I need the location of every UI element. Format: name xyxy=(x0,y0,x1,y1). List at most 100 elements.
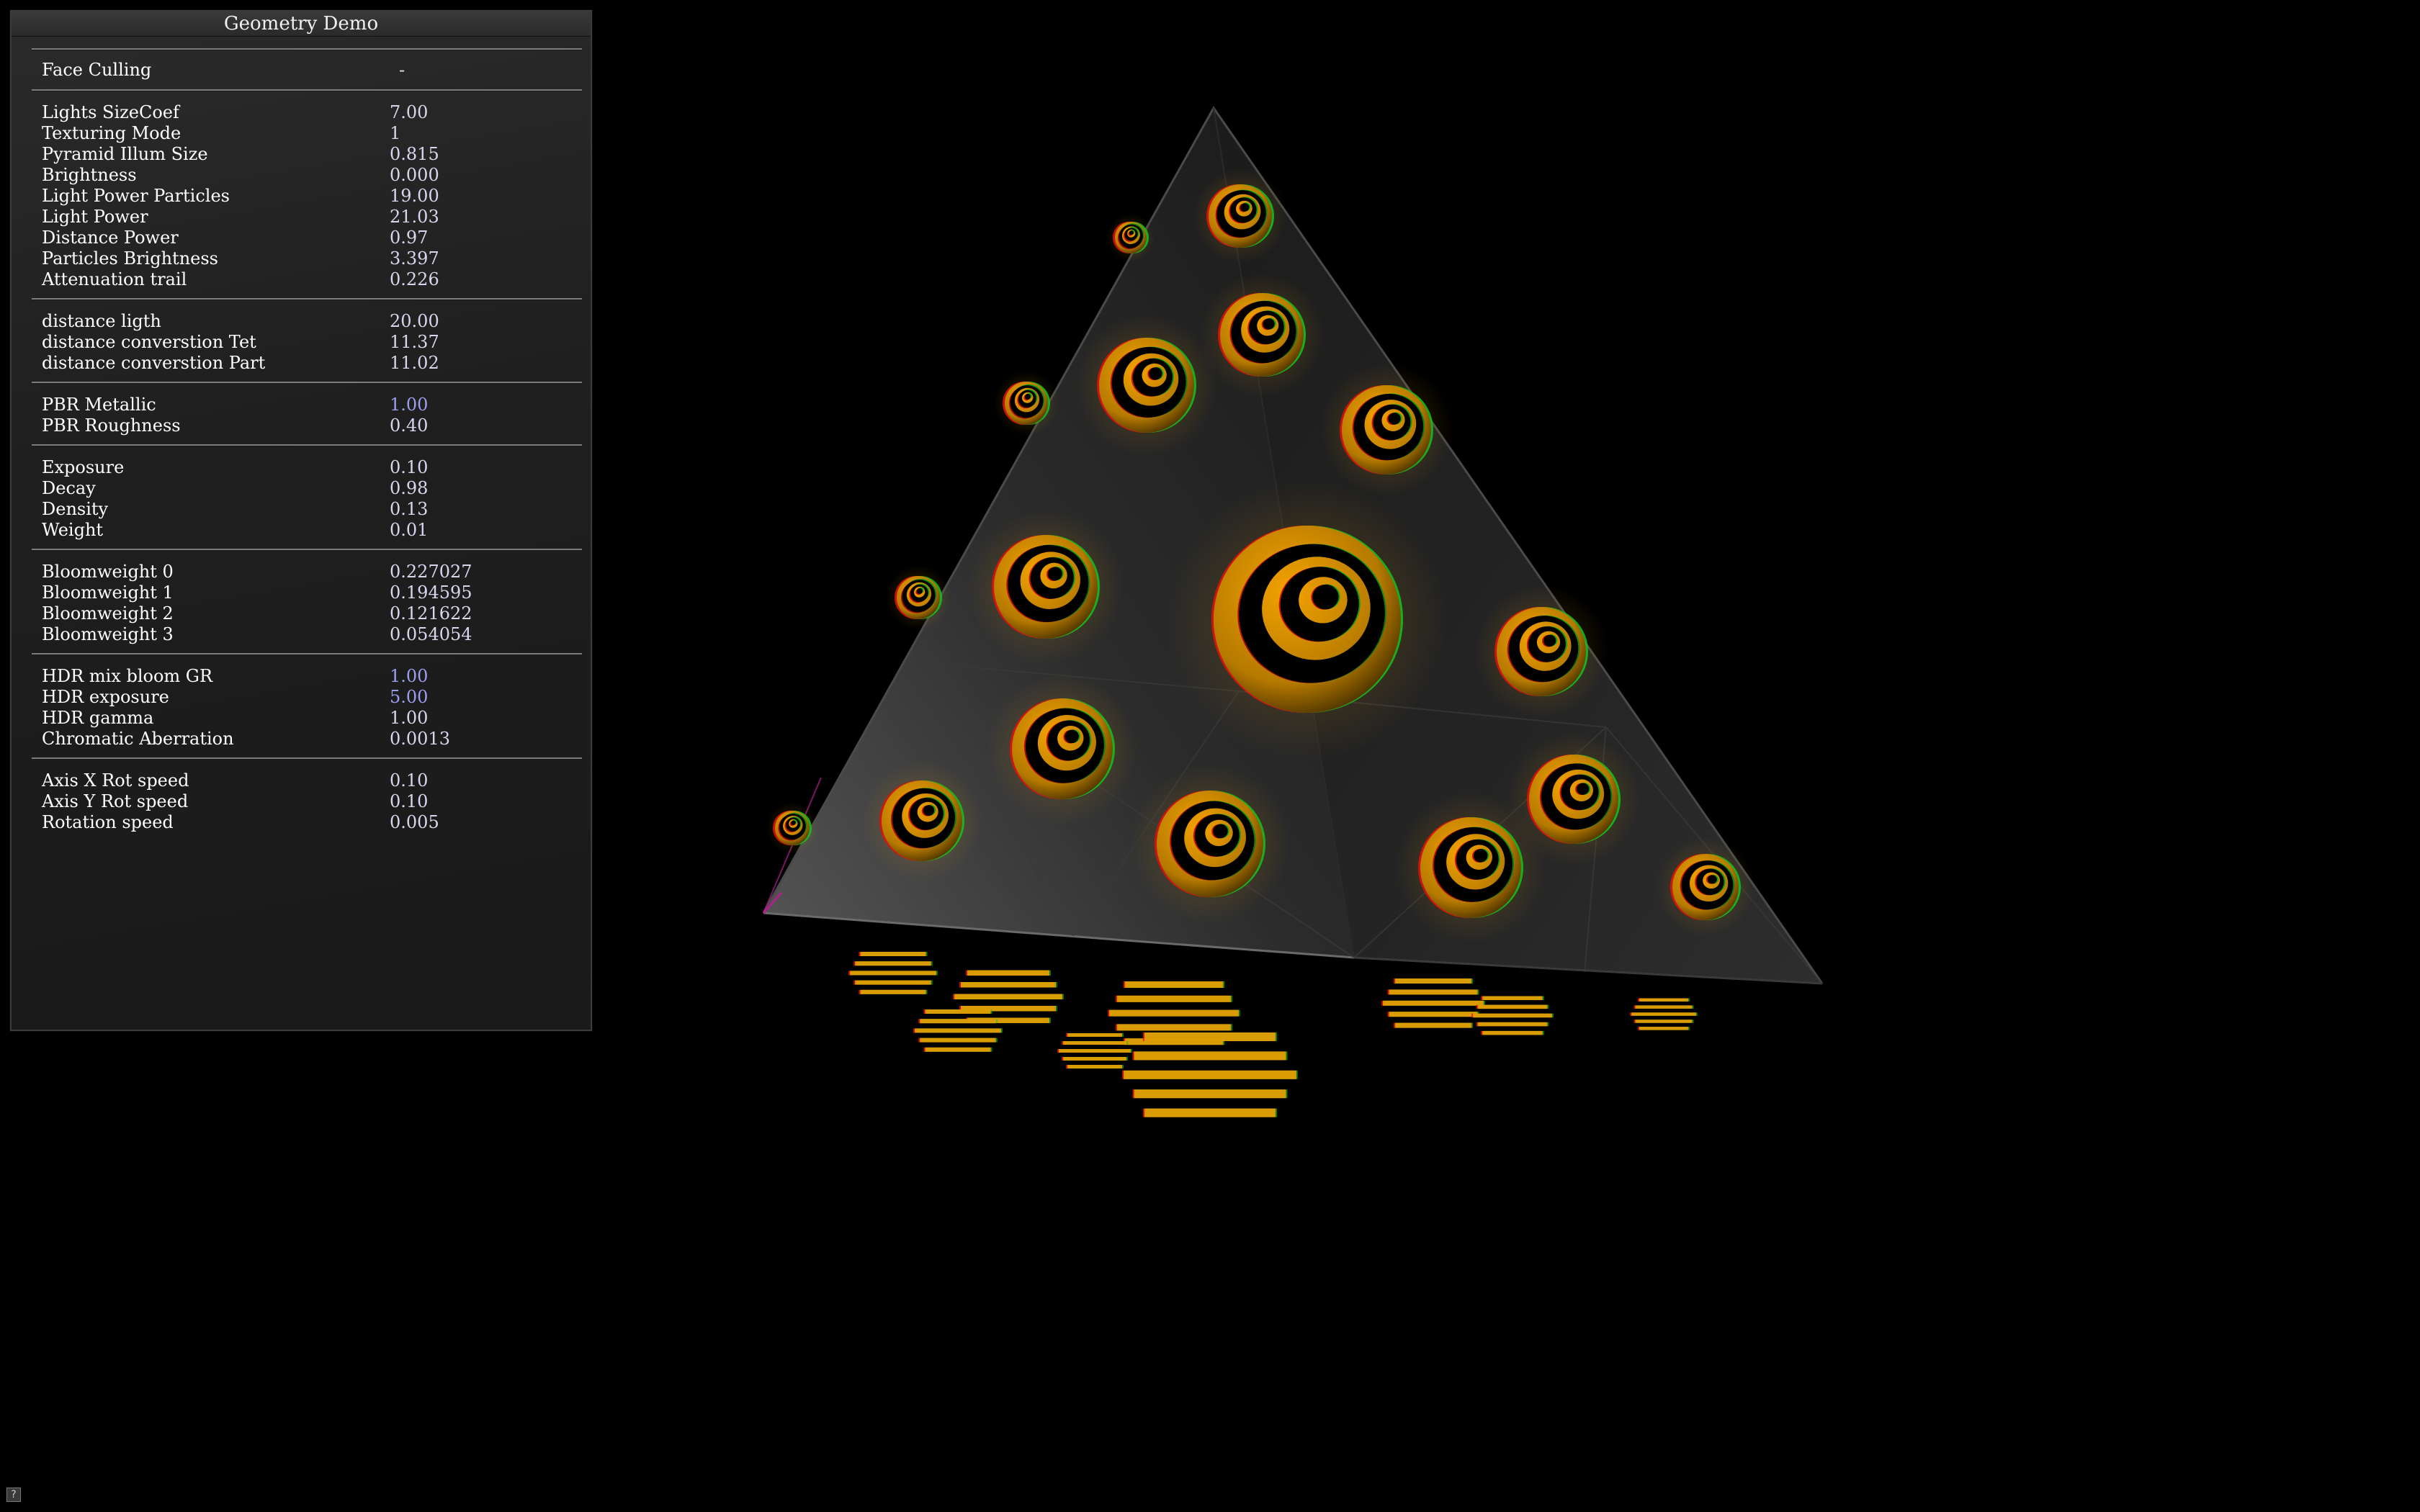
setting-value[interactable]: 19.00 xyxy=(390,186,439,207)
striped-sphere xyxy=(1107,214,1155,261)
setting-row-light-power[interactable]: Light Power 21.03 xyxy=(32,207,582,228)
setting-value[interactable]: 0.121622 xyxy=(390,603,472,624)
setting-label: Bloomweight 3 xyxy=(42,624,174,644)
setting-label: Distance Power xyxy=(42,228,179,248)
sphere-reflection xyxy=(848,952,938,994)
striped-sphere xyxy=(766,802,818,854)
setting-row-rotation-speed[interactable]: Rotation speed 0.005 xyxy=(32,812,582,833)
setting-row-pyramid-illum-size[interactable]: Pyramid Illum Size 0.815 xyxy=(32,144,582,165)
setting-value[interactable]: 0.0013 xyxy=(390,729,450,750)
setting-value[interactable]: 0.227027 xyxy=(390,562,472,582)
setting-label: Bloomweight 0 xyxy=(42,562,174,582)
setting-label: Exposure xyxy=(42,457,125,477)
panel-title[interactable]: Geometry Demo xyxy=(12,12,591,37)
divider xyxy=(32,48,582,50)
setting-row-particles-brightness[interactable]: Particles Brightness 3.397 xyxy=(32,248,582,269)
divider xyxy=(32,444,582,446)
setting-row-exposure[interactable]: Exposure 0.10 xyxy=(32,457,582,478)
face-culling-label: Face Culling xyxy=(42,60,152,80)
setting-row-hdr-gamma[interactable]: HDR gamma 1.00 xyxy=(32,708,582,729)
setting-label: Rotation speed xyxy=(42,812,174,832)
setting-value[interactable]: 5.00 xyxy=(390,687,428,708)
setting-value[interactable]: 3.397 xyxy=(390,248,439,269)
setting-value[interactable]: 1.00 xyxy=(390,395,428,415)
setting-row-attenuation-trail[interactable]: Attenuation trail 0.226 xyxy=(32,269,582,290)
setting-value[interactable]: 0.13 xyxy=(390,499,428,520)
sphere-reflection xyxy=(1122,1032,1298,1117)
striped-sphere xyxy=(1193,168,1288,264)
setting-value[interactable]: 0.226 xyxy=(390,269,439,290)
setting-value[interactable]: 0.10 xyxy=(390,791,428,812)
setting-value[interactable]: 1.00 xyxy=(390,666,428,687)
setting-row-hdr-mix-bloom-gr[interactable]: HDR mix bloom GR 1.00 xyxy=(32,666,582,687)
setting-row-axis-x-rot-speed[interactable]: Axis X Rot speed 0.10 xyxy=(32,770,582,791)
sphere-reflection xyxy=(953,970,1064,1023)
setting-label: Particles Brightness xyxy=(42,248,218,269)
setting-row-pbr-metallic[interactable]: PBR Metallic 1.00 xyxy=(32,395,582,415)
setting-value[interactable]: 11.02 xyxy=(390,353,439,374)
setting-value[interactable]: 21.03 xyxy=(390,207,439,228)
divider xyxy=(32,89,582,91)
setting-label: HDR exposure xyxy=(42,687,169,707)
setting-row-chromatic-aberration[interactable]: Chromatic Aberration 0.0013 xyxy=(32,729,582,750)
setting-value[interactable]: 0.054054 xyxy=(390,624,472,645)
setting-value[interactable]: 0.815 xyxy=(390,144,439,165)
setting-value[interactable]: 0.97 xyxy=(390,228,428,248)
setting-label: Light Power xyxy=(42,207,148,227)
setting-row-density[interactable]: Density 0.13 xyxy=(32,499,582,520)
setting-label: Attenuation trail xyxy=(42,269,187,289)
setting-label: distance ligth xyxy=(42,311,161,331)
setting-row-bloomweight-3[interactable]: Bloomweight 3 0.054054 xyxy=(32,624,582,645)
setting-row-texturing-mode[interactable]: Texturing Mode 1 xyxy=(32,123,582,144)
setting-label: Weight xyxy=(42,520,104,540)
setting-value[interactable]: 0.40 xyxy=(390,415,428,436)
setting-value[interactable]: 1 xyxy=(390,123,400,144)
setting-row-bloomweight-2[interactable]: Bloomweight 2 0.121622 xyxy=(32,603,582,624)
setting-row-weight[interactable]: Weight 0.01 xyxy=(32,520,582,541)
help-button[interactable]: ? xyxy=(6,1488,21,1502)
setting-value[interactable]: 0.005 xyxy=(390,812,439,833)
divider xyxy=(32,757,582,760)
setting-row-bloomweight-0[interactable]: Bloomweight 0 0.227027 xyxy=(32,562,582,582)
setting-value[interactable]: 0.10 xyxy=(390,457,428,478)
face-culling-value[interactable]: - xyxy=(399,60,405,81)
setting-row-brightness[interactable]: Brightness 0.000 xyxy=(32,165,582,186)
setting-label: Axis Y Rot speed xyxy=(42,791,189,811)
setting-label: distance converstion Tet xyxy=(42,332,256,352)
setting-row-axis-y-rot-speed[interactable]: Axis Y Rot speed 0.10 xyxy=(32,791,582,812)
divider xyxy=(32,382,582,384)
setting-label: Decay xyxy=(42,478,96,498)
setting-row-distance-ligth[interactable]: distance ligth 20.00 xyxy=(32,311,582,332)
setting-value[interactable]: 7.00 xyxy=(390,102,428,123)
striped-sphere xyxy=(886,565,951,630)
setting-row-light-power-particles[interactable]: Light Power Particles 19.00 xyxy=(32,186,582,207)
setting-label: HDR gamma xyxy=(42,708,154,728)
striped-sphere xyxy=(1507,732,1641,866)
setting-value[interactable]: 1.00 xyxy=(390,708,428,729)
setting-row-distance-converstion-part[interactable]: distance converstion Part 11.02 xyxy=(32,353,582,374)
striped-sphere xyxy=(1167,479,1448,760)
setting-value[interactable]: 0.10 xyxy=(390,770,428,791)
setting-label: Bloomweight 2 xyxy=(42,603,174,624)
setting-row-distance-power[interactable]: Distance Power 0.97 xyxy=(32,228,582,248)
setting-value[interactable]: 0.01 xyxy=(390,520,428,541)
setting-label: Axis X Rot speed xyxy=(42,770,189,791)
setting-value[interactable]: 20.00 xyxy=(390,311,439,332)
setting-row-bloomweight-1[interactable]: Bloomweight 1 0.194595 xyxy=(32,582,582,603)
sphere-reflection xyxy=(1381,978,1485,1028)
setting-value[interactable]: 0.194595 xyxy=(390,582,472,603)
setting-label: PBR Metallic xyxy=(42,395,156,415)
reflection-layer xyxy=(848,952,1698,1117)
setting-row-pbr-roughness[interactable]: PBR Roughness 0.40 xyxy=(32,415,582,436)
setting-value[interactable]: 11.37 xyxy=(390,332,439,353)
setting-row-hdr-exposure[interactable]: HDR exposure 5.00 xyxy=(32,687,582,708)
setting-value[interactable]: 0.98 xyxy=(390,478,428,499)
sphere-reflection xyxy=(1630,998,1698,1030)
setting-label: Texturing Mode xyxy=(42,123,182,143)
setting-value[interactable]: 0.000 xyxy=(390,165,439,186)
face-culling-row[interactable]: Face Culling - xyxy=(32,60,582,81)
setting-row-decay[interactable]: Decay 0.98 xyxy=(32,478,582,499)
setting-label: Bloomweight 1 xyxy=(42,582,174,603)
setting-row-lights-sizecoef[interactable]: Lights SizeCoef 7.00 xyxy=(32,102,582,123)
setting-row-distance-converstion-tet[interactable]: distance converstion Tet 11.37 xyxy=(32,332,582,353)
